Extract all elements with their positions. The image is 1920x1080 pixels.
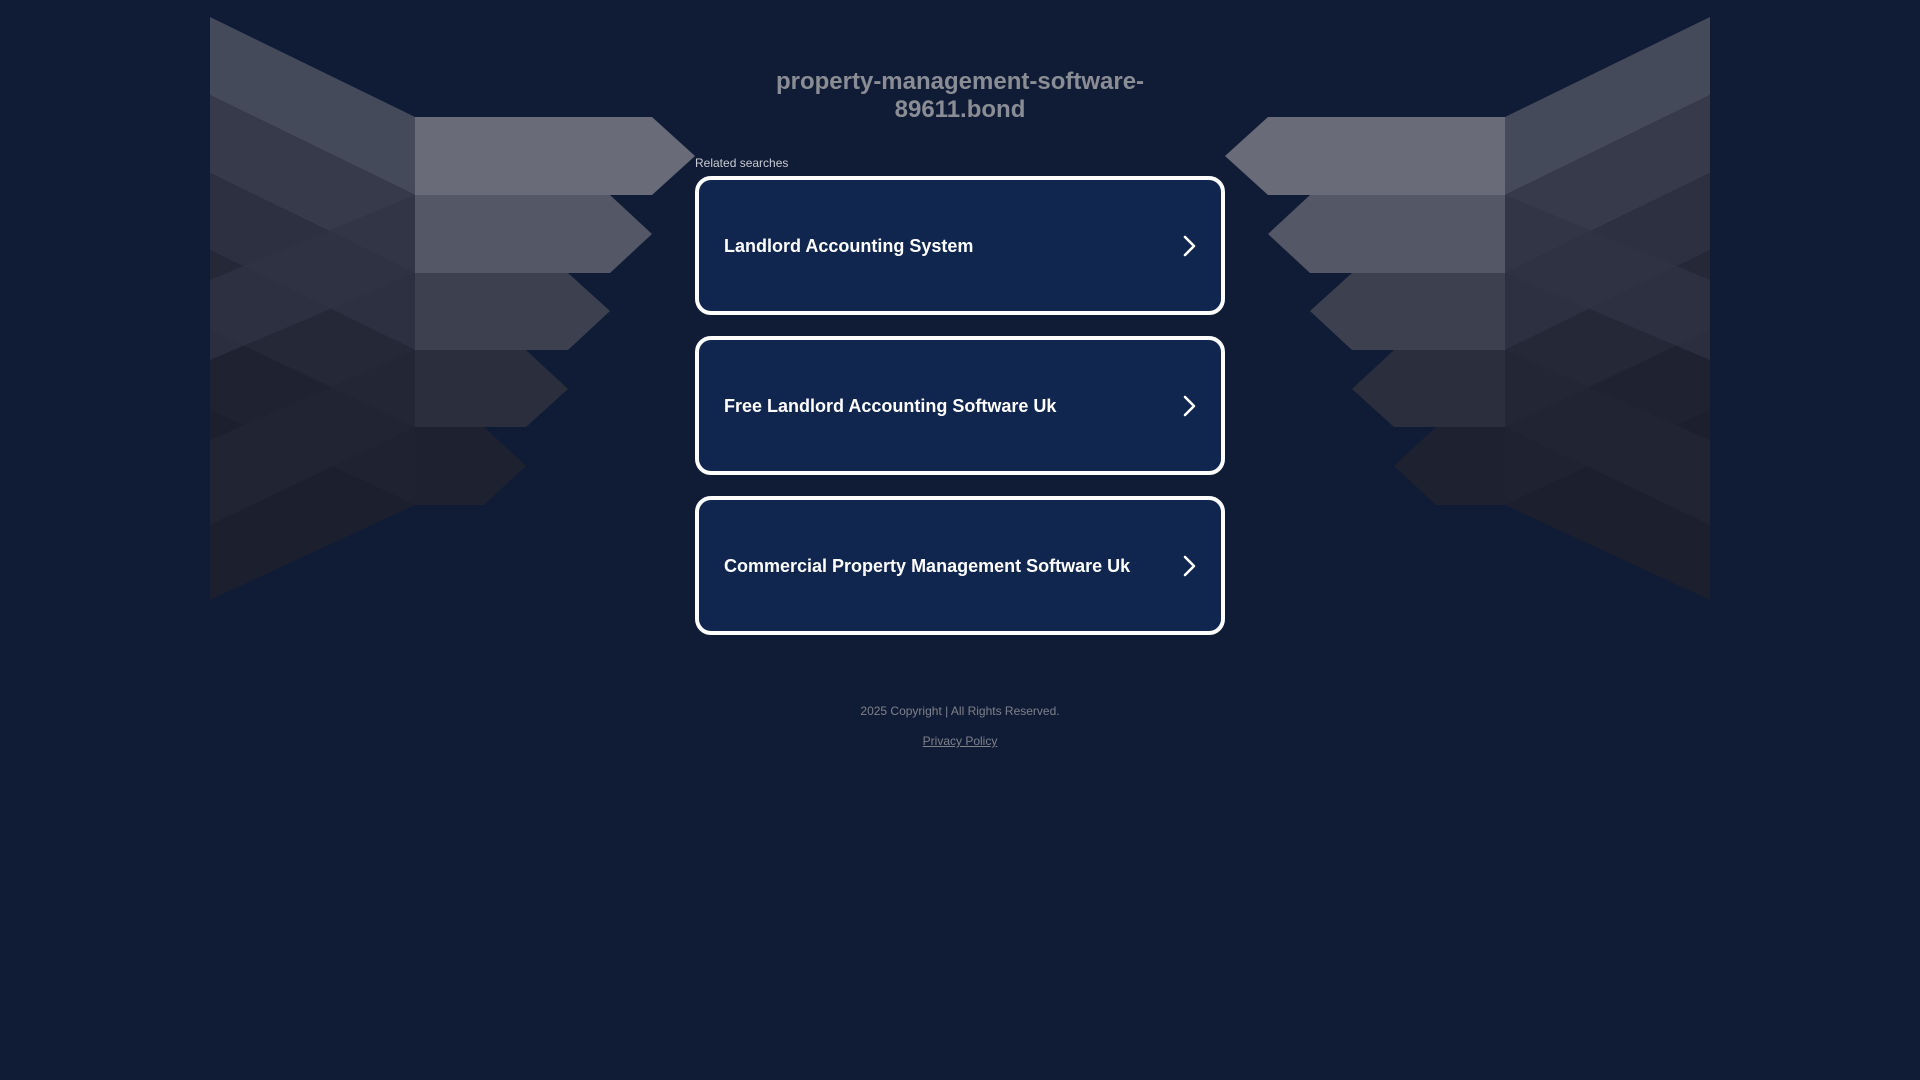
related-search-link-1[interactable]: Landlord Accounting System [695,176,1225,315]
related-searches-label: Related searches [695,156,789,170]
related-search-link-3[interactable]: Commercial Property Management Software … [695,496,1225,635]
related-search-link-2[interactable]: Free Landlord Accounting Software Uk [695,336,1225,475]
chevron-right-icon [1183,235,1196,257]
related-searches-list: Landlord Accounting System Free Landlord… [695,176,1225,656]
domain-title: property-management-software-89611.bond [775,68,1145,123]
related-search-label: Commercial Property Management Software … [724,556,1131,576]
footer: 2025 Copyright | All Rights Reserved. Pr… [660,704,1260,748]
chevron-right-icon [1183,555,1196,577]
privacy-policy-link[interactable]: Privacy Policy [923,734,998,748]
copyright-text: 2025 Copyright | All Rights Reserved. [860,704,1060,718]
page: property-management-software-89611.bond … [0,0,1920,1080]
chevron-right-icon [1183,395,1196,417]
related-search-label: Free Landlord Accounting Software Uk [724,396,1057,416]
related-search-label: Landlord Accounting System [724,236,974,256]
